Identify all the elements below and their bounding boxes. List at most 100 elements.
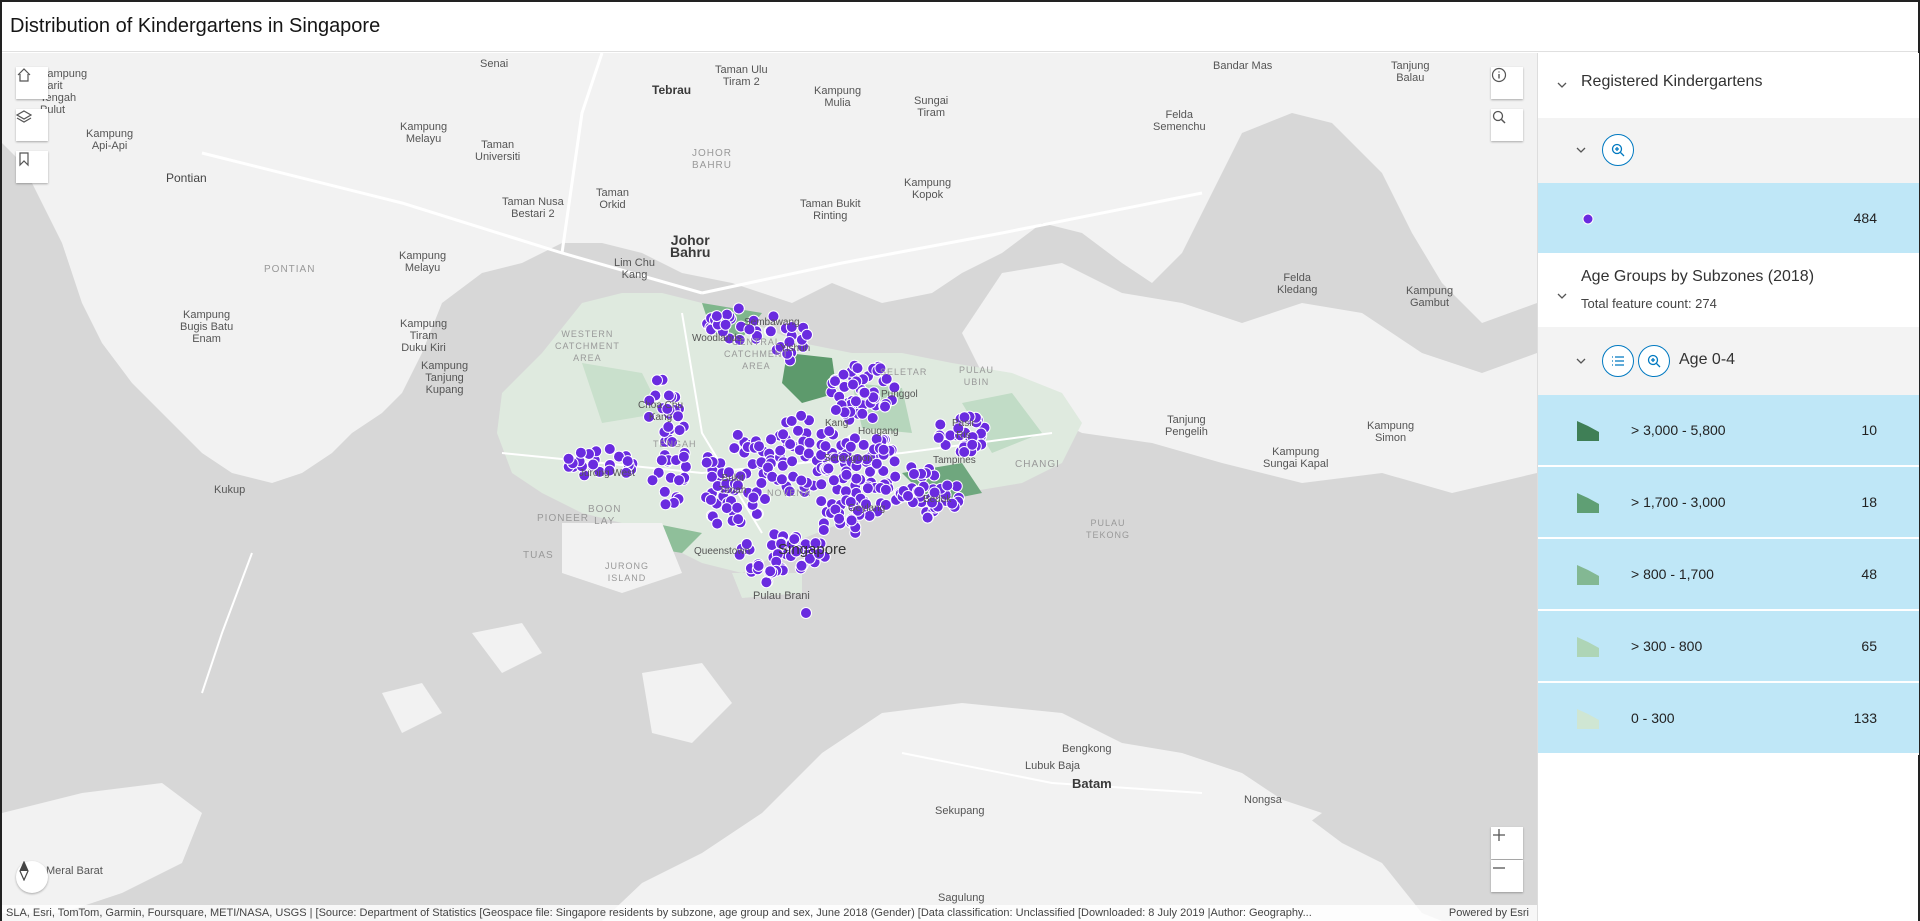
kindergarten-point[interactable] bbox=[819, 440, 832, 453]
kindergarten-point[interactable] bbox=[562, 452, 575, 465]
kindergarten-point[interactable] bbox=[784, 438, 797, 451]
kindergarten-point[interactable] bbox=[786, 455, 799, 468]
kindergarten-point[interactable] bbox=[766, 470, 779, 483]
kindergarten-point[interactable] bbox=[704, 493, 717, 506]
layer-registered-kindergartens[interactable]: Registered Kindergartens bbox=[1538, 53, 1919, 118]
compass-button[interactable] bbox=[16, 861, 48, 893]
kindergarten-point[interactable] bbox=[840, 468, 853, 481]
kindergarten-point[interactable] bbox=[847, 378, 859, 391]
kindergarten-point[interactable] bbox=[792, 424, 804, 437]
zoom-in-button[interactable] bbox=[1491, 827, 1523, 859]
kindergarten-point[interactable] bbox=[902, 490, 914, 502]
legend-class-row[interactable]: > 300 - 800 65 bbox=[1538, 611, 1919, 683]
kindergarten-point[interactable] bbox=[844, 440, 857, 453]
kindergarten-point[interactable] bbox=[941, 479, 954, 492]
kindergarten-point[interactable] bbox=[775, 473, 788, 486]
kindergarten-point[interactable] bbox=[732, 302, 745, 315]
kindergarten-point[interactable] bbox=[851, 362, 864, 375]
layer-age-groups[interactable]: Age Groups by Subzones (2018) Total feat… bbox=[1538, 255, 1919, 327]
kindergarten-point[interactable] bbox=[621, 455, 634, 468]
kindergarten-point[interactable] bbox=[710, 310, 723, 323]
kindergarten-point[interactable] bbox=[700, 456, 713, 469]
search-button[interactable] bbox=[1491, 109, 1523, 141]
legend-class-row[interactable]: > 1,700 - 3,000 18 bbox=[1538, 467, 1919, 539]
legend-class-row[interactable]: > 3,000 - 5,800 10 bbox=[1538, 395, 1919, 467]
layers-button[interactable] bbox=[16, 109, 48, 141]
kindergarten-point[interactable] bbox=[829, 404, 842, 416]
kindergarten-point[interactable] bbox=[659, 498, 672, 511]
kindergarten-point[interactable] bbox=[752, 559, 765, 572]
kindergarten-point[interactable] bbox=[673, 424, 686, 437]
chevron-down-icon[interactable] bbox=[1555, 78, 1569, 92]
kindergarten-point[interactable] bbox=[795, 474, 808, 487]
kindergarten-point[interactable] bbox=[731, 501, 744, 514]
kindergarten-point[interactable] bbox=[888, 455, 901, 468]
kindergarten-point[interactable] bbox=[801, 328, 813, 341]
kindergarten-point[interactable] bbox=[861, 482, 874, 495]
chevron-down-icon[interactable] bbox=[1555, 289, 1569, 303]
kindergarten-point[interactable] bbox=[677, 450, 690, 463]
kindergarten-point[interactable] bbox=[879, 483, 892, 496]
kindergarten-point[interactable] bbox=[879, 400, 891, 413]
show-table-button[interactable] bbox=[1602, 345, 1634, 377]
kindergarten-point[interactable] bbox=[850, 472, 863, 485]
kindergarten-point[interactable] bbox=[721, 308, 733, 321]
kindergarten-point[interactable] bbox=[800, 607, 812, 619]
kindergarten-point[interactable] bbox=[908, 468, 920, 480]
kindergarten-point[interactable] bbox=[673, 474, 685, 487]
kindergarten-point[interactable] bbox=[765, 433, 777, 446]
kindergarten-point[interactable] bbox=[934, 418, 947, 431]
kindergarten-point[interactable] bbox=[731, 428, 744, 441]
chevron-down-icon[interactable] bbox=[1574, 354, 1588, 368]
kindergarten-point[interactable] bbox=[651, 374, 663, 387]
legend-class-row[interactable]: 0 - 300 133 bbox=[1538, 683, 1919, 755]
legend-class-row[interactable]: > 800 - 1,700 48 bbox=[1538, 539, 1919, 611]
chevron-down-icon[interactable] bbox=[1574, 143, 1588, 157]
kindergarten-point[interactable] bbox=[921, 511, 934, 524]
kindergarten-point[interactable] bbox=[803, 436, 816, 449]
kindergarten-point[interactable] bbox=[711, 517, 724, 530]
kindergarten-point[interactable] bbox=[755, 477, 768, 489]
kindergarten-point[interactable] bbox=[802, 447, 815, 460]
info-button[interactable] bbox=[1491, 67, 1523, 99]
kindergarten-point[interactable] bbox=[720, 502, 733, 515]
kindergarten-point[interactable] bbox=[815, 495, 828, 508]
kindergarten-point[interactable] bbox=[815, 478, 828, 491]
home-button[interactable] bbox=[16, 67, 48, 99]
kindergarten-point[interactable] bbox=[774, 444, 787, 457]
kindergarten-point[interactable] bbox=[817, 524, 830, 536]
legend-row-kindergartens[interactable]: 484 bbox=[1538, 183, 1919, 255]
zoom-out-button[interactable] bbox=[1491, 860, 1523, 892]
powered-by-esri[interactable]: Powered by Esri bbox=[1449, 905, 1529, 921]
kindergarten-point[interactable] bbox=[785, 415, 798, 427]
kindergarten-point[interactable] bbox=[889, 470, 902, 483]
kindergarten-point[interactable] bbox=[877, 443, 890, 456]
kindergarten-point[interactable] bbox=[732, 513, 745, 526]
kindergarten-point[interactable] bbox=[658, 485, 671, 498]
kindergarten-point[interactable] bbox=[574, 446, 587, 459]
kindergarten-point[interactable] bbox=[753, 440, 765, 453]
kindergarten-point[interactable] bbox=[833, 512, 846, 525]
kindergarten-point[interactable] bbox=[866, 412, 879, 424]
kindergarten-point[interactable] bbox=[829, 375, 841, 388]
kindergarten-point[interactable] bbox=[719, 318, 732, 331]
zoom-to-layer-button[interactable] bbox=[1602, 134, 1634, 166]
kindergarten-point[interactable] bbox=[845, 514, 858, 527]
kindergarten-point[interactable] bbox=[777, 428, 790, 441]
kindergarten-point[interactable] bbox=[760, 576, 773, 589]
map-view[interactable]: Senai Kampung Parit Tengah Pulut Kampung… bbox=[2, 53, 1537, 921]
kindergarten-point[interactable] bbox=[679, 460, 692, 473]
kindergarten-point[interactable] bbox=[827, 474, 840, 487]
kindergarten-point[interactable] bbox=[603, 443, 616, 455]
kindergarten-point[interactable] bbox=[728, 442, 741, 455]
kindergarten-point[interactable] bbox=[747, 491, 760, 504]
kindergarten-point[interactable] bbox=[764, 565, 777, 578]
zoom-to-layer-button[interactable] bbox=[1638, 345, 1670, 377]
kindergarten-point[interactable] bbox=[655, 454, 668, 467]
kindergarten-point[interactable] bbox=[932, 431, 945, 444]
kindergarten-point[interactable] bbox=[856, 407, 869, 420]
kindergarten-point[interactable] bbox=[646, 474, 659, 487]
kindergarten-point[interactable] bbox=[858, 386, 871, 399]
attribution-text[interactable]: SLA, Esri, TomTom, Garmin, Foursquare, M… bbox=[6, 905, 1426, 921]
kindergarten-point[interactable] bbox=[857, 438, 870, 451]
